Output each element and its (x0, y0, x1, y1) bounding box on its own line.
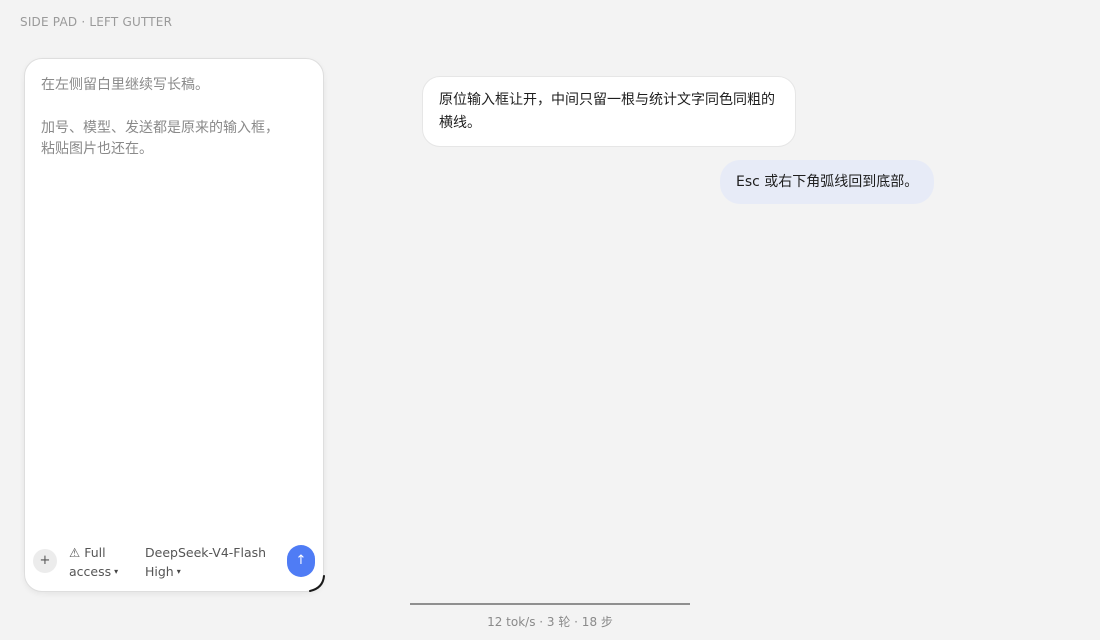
chevron-down-icon: ▾ (114, 567, 119, 576)
stats-text: 12 tok/s · 3 轮 · 18 步 (487, 615, 613, 629)
user-message-bubble: Esc 或右下角弧线回到底部。 (720, 160, 935, 204)
model-selector[interactable]: DeepSeek-V4-Flash High ▾ (145, 543, 266, 581)
chevron-down-icon: ▾ (176, 567, 181, 576)
side-pad-composer[interactable]: 在左侧留白里继续写长稿。 加号、模型、发送都是原来的输入框， 粘贴图片也还在。 … (24, 58, 324, 592)
arrow-up-icon: ↑ (295, 553, 307, 568)
return-to-bottom-arc-icon[interactable] (307, 574, 327, 594)
assistant-message-bubble: 原位输入框让开，中间只留一根与统计文字同色同粗的横线。 (422, 76, 796, 147)
draft-line: 加号、模型、发送都是原来的输入框， (41, 120, 279, 136)
attach-plus-button[interactable]: + (33, 549, 57, 573)
access-label-line-2: access (69, 564, 112, 579)
model-name: DeepSeek-V4-Flash (145, 545, 267, 560)
draft-line: 在左侧留白里继续写长稿。 (41, 77, 209, 93)
effort-level: High (145, 564, 174, 579)
draft-line: 粘贴图片也还在。 (41, 141, 153, 157)
side-pad-textarea[interactable]: 在左侧留白里继续写长稿。 加号、模型、发送都是原来的输入框， 粘贴图片也还在。 (41, 75, 307, 160)
plus-icon: + (39, 553, 51, 568)
access-label-line-1: Full (84, 545, 106, 560)
send-button[interactable]: ↑ (287, 545, 315, 577)
stats-divider-line (410, 603, 690, 605)
warning-icon: ⚠ (69, 545, 81, 560)
composer-toolbar: + ⚠ Full access ▾ DeepSeek-V4-Flash High ▾… (33, 543, 315, 579)
side-pad-header-label: SIDE PAD · LEFT GUTTER (20, 15, 173, 29)
access-mode-dropdown[interactable]: ⚠ Full access ▾ (69, 543, 118, 581)
